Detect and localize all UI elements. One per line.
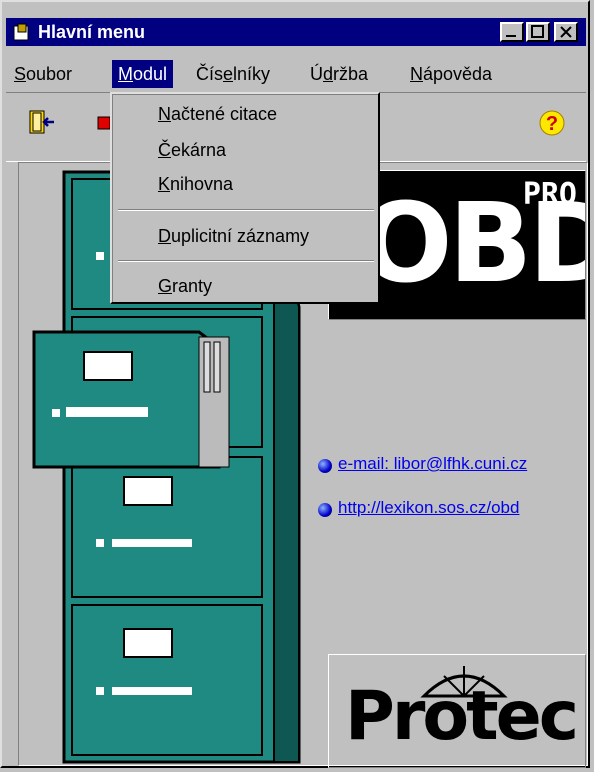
maximize-icon	[531, 25, 544, 38]
pro-badge: PRO	[522, 177, 577, 212]
menu-modul[interactable]: Modul	[112, 60, 174, 88]
main-window: Hlavní menu Soubor Modul Číselníky Údržb…	[0, 0, 590, 768]
app-icon	[13, 23, 29, 41]
protec-logo: Protec	[328, 654, 586, 768]
close-button[interactable]	[554, 22, 578, 42]
menu-separator	[118, 209, 374, 211]
menu-item-cekarna[interactable]: Čekárna	[158, 140, 226, 161]
menu-bar: Soubor Modul Číselníky Údržba Nápověda	[6, 60, 586, 90]
menu-item-nactene-citace[interactable]: Načtené citace	[158, 104, 277, 125]
close-icon	[560, 26, 572, 38]
menu-udrzba[interactable]: Údržba	[304, 60, 374, 88]
help-icon[interactable]: ?	[536, 107, 568, 139]
title-bar[interactable]: Hlavní menu	[6, 18, 586, 46]
web-link[interactable]: http://lexikon.sos.cz/obd	[338, 498, 519, 518]
menu-napoveda[interactable]: Nápověda	[404, 60, 498, 88]
modul-dropdown-menu: Načtené citace Čekárna Knihovna Duplicit…	[110, 92, 380, 304]
menu-item-knihovna[interactable]: Knihovna	[158, 174, 233, 195]
protec-text: Protec	[345, 677, 579, 756]
menu-item-duplicitni-zaznamy[interactable]: Duplicitní záznamy	[158, 226, 309, 247]
minimize-button[interactable]	[500, 22, 524, 42]
maximize-button[interactable]	[526, 22, 550, 42]
menu-item-granty[interactable]: Granty	[158, 276, 212, 297]
exit-door-icon[interactable]	[26, 107, 58, 139]
email-link[interactable]: e-mail: libor@lfhk.cuni.cz	[338, 454, 527, 474]
email-bullet-icon	[318, 459, 332, 473]
window-title: Hlavní menu	[38, 22, 146, 42]
minimize-icon	[506, 35, 516, 37]
menu-soubor[interactable]: Soubor	[8, 60, 78, 88]
menu-separator	[118, 260, 374, 262]
svg-text:?: ?	[546, 113, 558, 135]
web-bullet-icon	[318, 503, 332, 517]
menu-ciselniky[interactable]: Číselníky	[190, 60, 276, 88]
